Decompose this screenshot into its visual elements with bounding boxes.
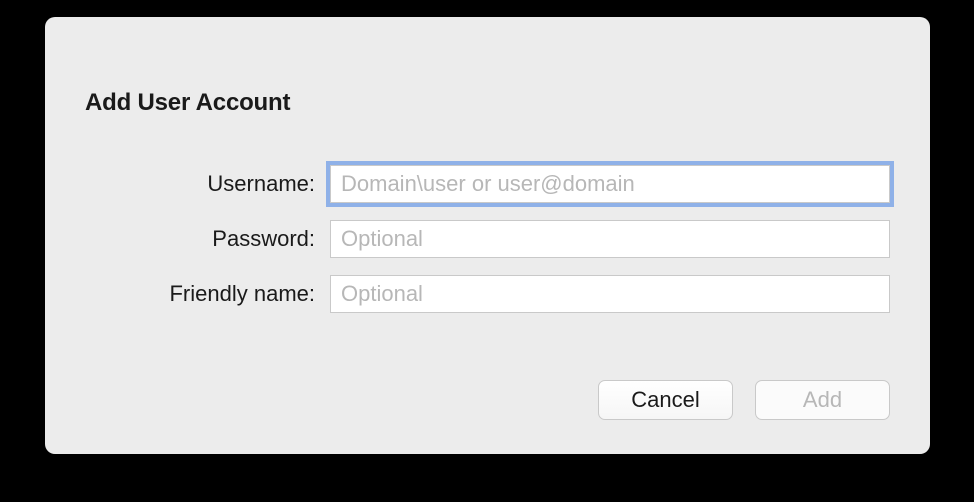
- password-row: Password:: [45, 220, 930, 258]
- dialog-title: Add User Account: [85, 89, 290, 117]
- password-input[interactable]: [330, 220, 890, 258]
- friendly-name-input[interactable]: [330, 275, 890, 313]
- friendly-name-row: Friendly name:: [45, 275, 930, 313]
- username-row: Username:: [45, 165, 930, 203]
- friendly-name-label: Friendly name:: [45, 281, 330, 307]
- add-button[interactable]: Add: [755, 380, 890, 420]
- form: Username: Password: Friendly name:: [45, 165, 930, 330]
- cancel-button[interactable]: Cancel: [598, 380, 733, 420]
- add-user-account-dialog: Add User Account Username: Password: Fri…: [45, 17, 930, 454]
- username-input[interactable]: [330, 165, 890, 203]
- button-bar: Cancel Add: [598, 380, 890, 420]
- password-label: Password:: [45, 226, 330, 252]
- username-label: Username:: [45, 171, 330, 197]
